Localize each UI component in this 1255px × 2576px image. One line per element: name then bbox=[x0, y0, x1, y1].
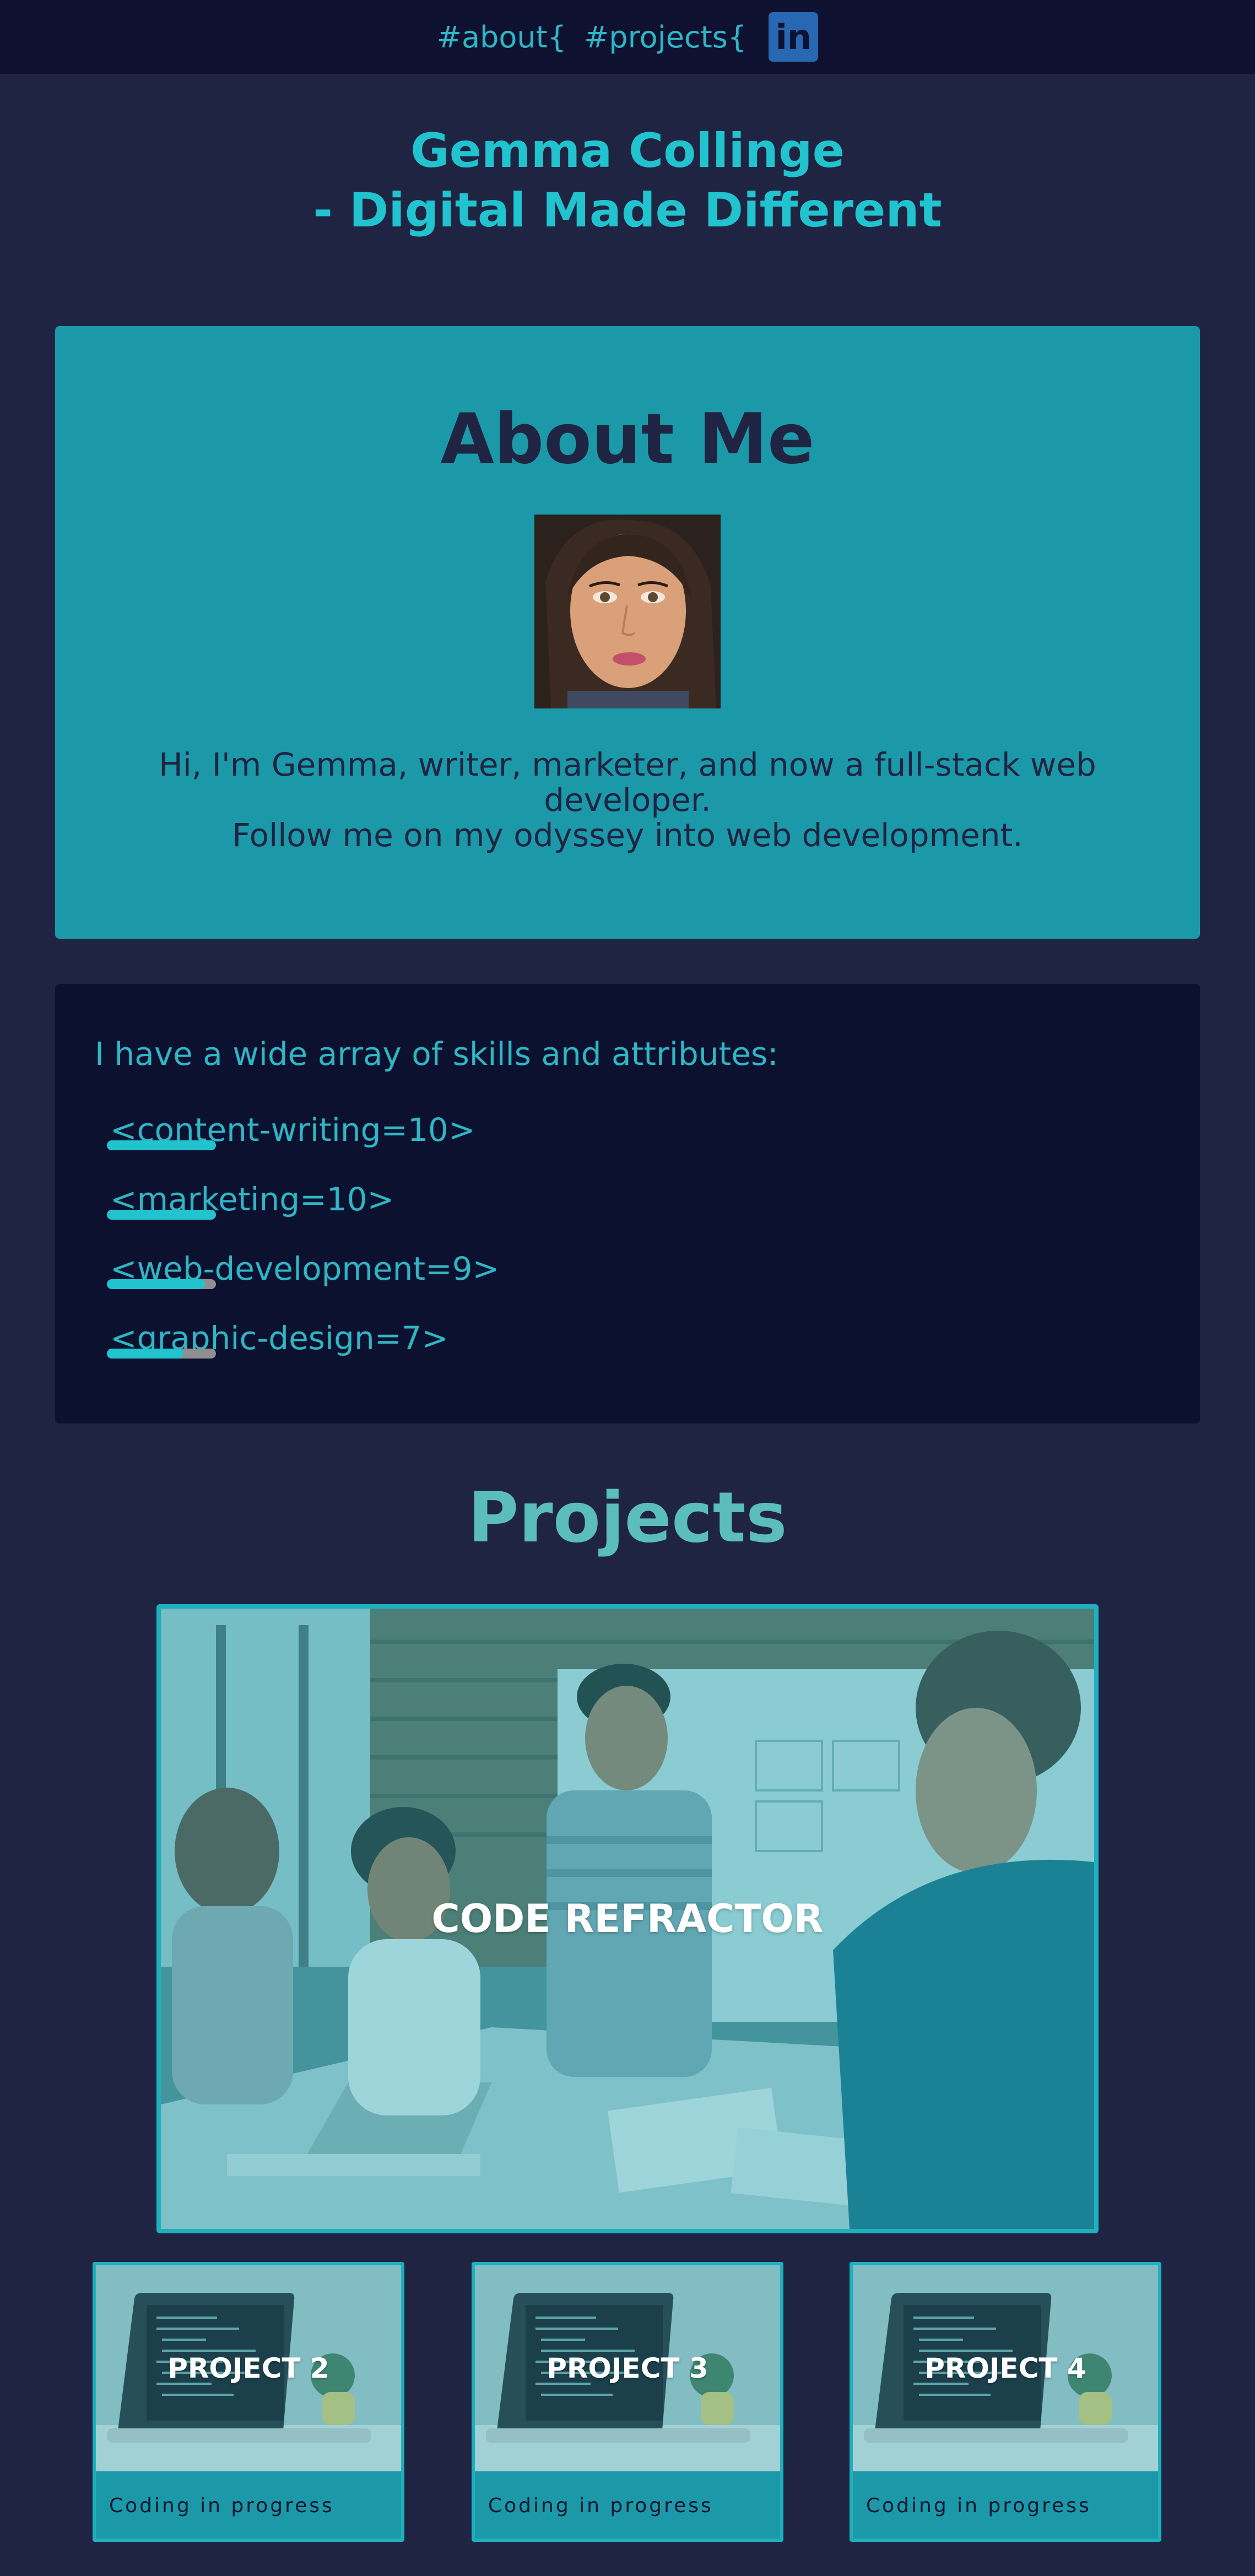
skill-bar-fill bbox=[107, 1210, 216, 1220]
avatar-photo-image bbox=[534, 515, 721, 708]
page-title: Gemma Collinge - Digital Made Different bbox=[0, 121, 1255, 240]
project-title: PROJECT 3 bbox=[547, 2352, 708, 2384]
project-card[interactable]: PROJECT 2 Coding in progress bbox=[93, 2262, 404, 2542]
skill-bar bbox=[107, 1140, 216, 1150]
skill-bar-fill bbox=[107, 1140, 216, 1150]
skill-bar-fill bbox=[107, 1349, 183, 1359]
about-heading: About Me bbox=[440, 398, 815, 479]
project-card[interactable]: PROJECT 3 Coding in progress bbox=[472, 2262, 783, 2542]
skill-bar bbox=[107, 1349, 216, 1359]
skills-intro: I have a wide array of skills and attrib… bbox=[95, 1035, 778, 1073]
skill-item: <web-development=9> bbox=[107, 1249, 499, 1289]
skill-item: <marketing=10> bbox=[107, 1180, 394, 1220]
project-title: PROJECT 2 bbox=[167, 2352, 329, 2384]
skill-bar bbox=[107, 1279, 216, 1289]
featured-project-card[interactable]: CODE REFRACTOR bbox=[156, 1604, 1099, 2233]
project-status: Coding in progress bbox=[488, 2494, 713, 2517]
skill-bar-fill bbox=[107, 1279, 205, 1289]
skills-section: I have a wide array of skills and attrib… bbox=[55, 984, 1200, 1424]
linkedin-icon[interactable]: in bbox=[769, 12, 819, 62]
page-title-line1: Gemma Collinge bbox=[410, 123, 845, 178]
nav-about-link[interactable]: #about{ bbox=[437, 20, 566, 55]
about-section: About Me Hi, I'm Gemma, writer, marketer… bbox=[55, 326, 1200, 939]
project-status: Coding in progress bbox=[866, 2494, 1091, 2517]
project-card[interactable]: PROJECT 4 Coding in progress bbox=[850, 2262, 1161, 2542]
page-title-line2: - Digital Made Different bbox=[313, 183, 942, 238]
about-text-line2: Follow me on my odyssey into web develop… bbox=[232, 816, 1023, 854]
about-text: Hi, I'm Gemma, writer, marketer, and now… bbox=[138, 747, 1117, 853]
skill-item: <graphic-design=7> bbox=[107, 1319, 448, 1359]
avatar bbox=[534, 515, 721, 708]
featured-project-title: CODE REFRACTOR bbox=[431, 1896, 824, 1941]
project-title: PROJECT 4 bbox=[924, 2352, 1086, 2384]
skill-item: <content-writing=10> bbox=[107, 1111, 475, 1150]
nav-projects-link[interactable]: #projects{ bbox=[584, 20, 746, 55]
skill-bar bbox=[107, 1210, 216, 1220]
about-text-line1: Hi, I'm Gemma, writer, marketer, and now… bbox=[159, 746, 1096, 819]
top-nav: #about{ #projects{ in bbox=[0, 0, 1255, 74]
projects-heading: Projects bbox=[468, 1477, 787, 1558]
project-status: Coding in progress bbox=[109, 2494, 334, 2517]
linkedin-icon-label: in bbox=[775, 17, 812, 57]
